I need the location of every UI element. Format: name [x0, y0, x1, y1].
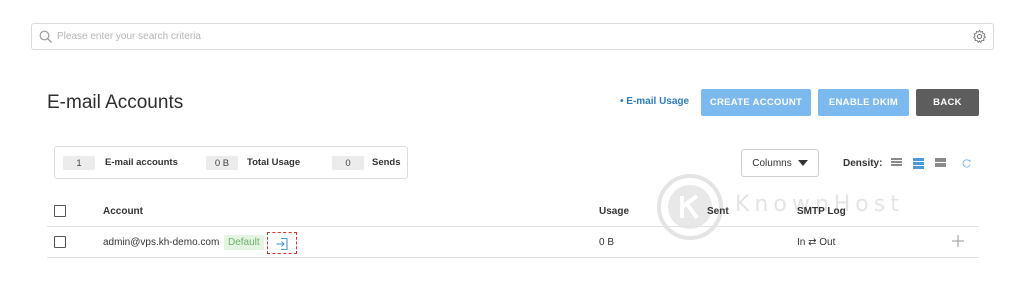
stats-summary: 1 E-mail accounts 0 B Total Usage 0 Send… — [54, 146, 408, 179]
column-header-smtp-log[interactable]: SMTP Log — [797, 206, 846, 217]
density-medium-icon[interactable] — [913, 158, 924, 169]
columns-dropdown[interactable]: Columns — [741, 149, 819, 177]
total-usage-badge: 0 B — [206, 156, 238, 170]
row-divider — [47, 257, 979, 258]
account-email[interactable]: admin@vps.kh-demo.com — [103, 237, 219, 248]
login-button[interactable] — [267, 232, 297, 254]
plus-icon[interactable] — [951, 234, 965, 248]
header-divider — [47, 226, 979, 227]
accounts-count-badge: 1 — [63, 156, 95, 170]
usage-value: 0 B — [599, 237, 615, 248]
columns-label: Columns — [752, 157, 792, 169]
back-button[interactable]: BACK — [916, 89, 979, 116]
search-input[interactable] — [57, 24, 957, 49]
smtp-log-value[interactable]: In ⇄ Out — [797, 237, 835, 248]
column-header-account[interactable]: Account — [103, 206, 143, 217]
caret-down-icon — [797, 160, 808, 166]
email-usage-link[interactable]: • E-mail Usage — [620, 96, 689, 107]
column-header-sent[interactable]: Sent — [707, 206, 729, 217]
total-usage-label: Total Usage — [247, 157, 301, 168]
refresh-icon[interactable] — [961, 158, 972, 169]
row-checkbox[interactable] — [54, 236, 66, 248]
column-header-usage[interactable]: Usage — [599, 206, 629, 217]
search-icon — [39, 30, 52, 43]
gear-icon[interactable] — [972, 29, 987, 44]
density-large-icon[interactable] — [935, 158, 946, 169]
login-icon — [276, 237, 288, 251]
create-account-button[interactable]: CREATE ACCOUNT — [701, 89, 811, 116]
sends-count-badge: 0 — [332, 156, 364, 170]
accounts-count-label: E-mail accounts — [105, 157, 178, 168]
default-badge: Default — [224, 235, 264, 250]
density-compact-icon[interactable] — [891, 158, 902, 169]
select-all-checkbox[interactable] — [54, 205, 66, 217]
page-title: E-mail Accounts — [47, 92, 184, 113]
density-label: Density: — [843, 158, 883, 169]
enable-dkim-button[interactable]: ENABLE DKIM — [818, 89, 909, 116]
sends-count-label: Sends — [372, 157, 401, 168]
search-bar — [31, 23, 994, 50]
